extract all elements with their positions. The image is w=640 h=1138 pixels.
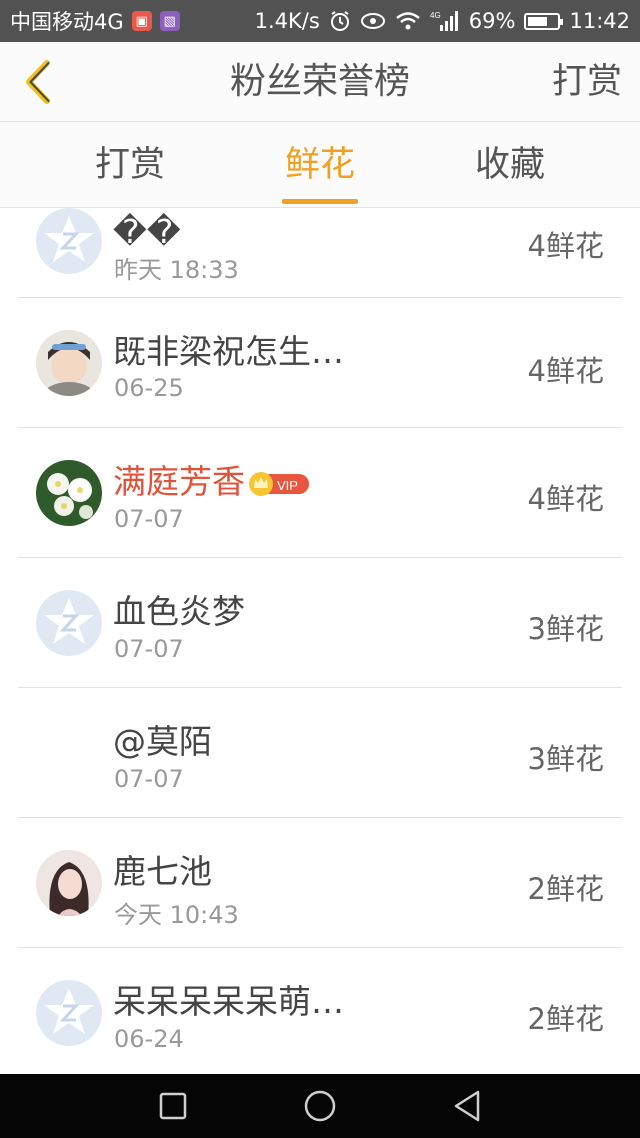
clock: 11:42 [569,9,630,33]
fan-date: 06-24 [114,1025,184,1053]
default-star-avatar[interactable] [36,980,102,1046]
status-bar: 中国移动4G ▣ ▧ 1.4K/s 4G 69% 11:42 [0,0,640,42]
fan-name-row: 满庭芳香 VIP [113,455,311,503]
signal-icon: 4G [430,10,460,32]
page-title: 粉丝荣誉榜 [229,61,410,102]
list-item[interactable]: 鹿七池 今天 10:43 2鲜花 [0,818,640,948]
flower-count: 2鲜花 [527,872,604,906]
flower-count: 2鲜花 [527,1002,604,1036]
flower-count: 3鲜花 [527,612,604,646]
default-star-avatar[interactable] [36,590,102,656]
fan-name: 血色炎梦 [113,592,245,631]
net-type-label: 4G [430,11,441,20]
battery-icon [524,12,564,30]
list-item[interactable]: 既非梁祝怎生… 06-25 4鲜花 [0,298,640,428]
flower-count: 4鲜花 [527,354,604,388]
system-nav-bar [0,1074,640,1138]
battery-percent: 69% [468,9,516,33]
circle-icon [304,1090,336,1122]
vip-badge: VIP [249,471,311,497]
active-tab-indicator [282,199,358,204]
fan-list: �� 昨天 18:33 4鲜花 既非梁祝怎生… 06-25 4鲜花 满庭芳香 V… [0,208,640,1074]
fan-name: 鹿七池 [113,852,212,891]
flower-count: 4鲜花 [527,482,604,516]
fan-date: 昨天 18:33 [114,256,239,284]
gallery-app-icon: ▧ [159,11,180,31]
photo-avatar-woman[interactable] [36,850,102,916]
vip-label: VIP [277,478,298,493]
tab-label: 鲜花 [284,145,355,185]
list-item[interactable]: 呆呆呆呆呆萌… 06-24 2鲜花 [0,948,640,1074]
alarm-icon [329,10,351,32]
photo-avatar-flower[interactable] [36,460,102,526]
triangle-back-icon [454,1090,479,1122]
fan-name: 既非梁祝怎生… [113,332,344,371]
flower-count: 3鲜花 [527,742,604,776]
fan-date: 07-07 [114,765,184,793]
list-item[interactable]: 血色炎梦 07-07 3鲜花 [0,558,640,688]
back-nav-button[interactable] [437,1076,497,1136]
tab-flowers[interactable]: 鲜花 [270,122,370,208]
shop-app-icon: ▣ [131,11,152,31]
square-icon [160,1092,187,1120]
fan-name: 满庭芳香 [113,462,245,501]
tab-label: 打赏 [94,145,165,185]
fan-name: 呆呆呆呆呆萌… [113,982,344,1021]
home-button[interactable] [290,1076,350,1136]
list-item[interactable]: 满庭芳香 VIP 07-07 4鲜花 [0,428,640,558]
photo-avatar-girl[interactable] [36,330,102,396]
reward-button[interactable]: 打赏 [552,42,622,122]
default-star-avatar[interactable] [36,208,102,274]
fan-date: 07-07 [114,505,184,533]
list-item[interactable]: @莫陌 07-07 3鲜花 [0,688,640,818]
net-speed: 1.4K/s [254,9,320,33]
eye-icon [360,11,386,31]
fan-date: 今天 10:43 [114,901,239,929]
fan-name: @莫陌 [113,722,212,761]
wifi-icon [395,11,421,31]
tab-label: 收藏 [474,145,545,185]
tab-reward[interactable]: 打赏 [80,122,180,208]
carrier-label: 中国移动4G [10,10,124,34]
fan-name: �� [113,212,181,251]
flower-count: 4鲜花 [527,229,604,263]
recent-apps-button[interactable] [143,1076,203,1136]
list-item[interactable]: �� 昨天 18:33 4鲜花 [0,208,640,298]
tab-favorites[interactable]: 收藏 [460,122,560,208]
fan-date: 06-25 [114,374,184,402]
fan-date: 07-07 [114,635,184,663]
tab-bar: 打赏 鲜花 收藏 [0,122,640,208]
header-bar: 粉丝荣誉榜 打赏 [0,42,640,122]
